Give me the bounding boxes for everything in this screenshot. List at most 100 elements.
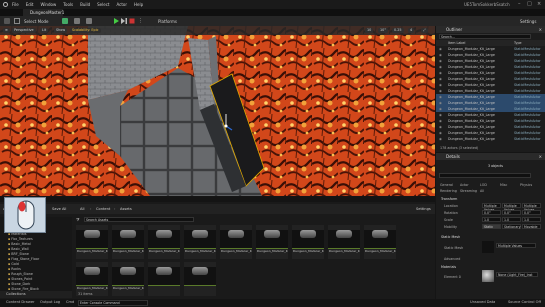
content-drawer-button[interactable]: Content Drawer (6, 300, 35, 304)
folder-label: BRF_Stone (11, 252, 29, 256)
stop-icon[interactable] (129, 18, 135, 24)
cb-settings-button[interactable]: Settings (416, 207, 431, 211)
path-assets[interactable]: Assets (120, 207, 132, 211)
save-all-button[interactable]: Save All (52, 207, 66, 211)
console-input[interactable]: Enter Console Command (78, 300, 148, 306)
source-control-button[interactable]: Source Control Off (508, 300, 541, 304)
filter-tab[interactable]: General (440, 183, 453, 187)
material-dropdown[interactable]: None (Light_Fire)_Inst (496, 272, 538, 277)
outliner-search-input[interactable]: Search... (439, 34, 531, 39)
lit-button[interactable]: Lit (40, 28, 49, 33)
close-tab-icon[interactable]: × (539, 26, 542, 33)
scale-y[interactable]: 1.0 (502, 217, 521, 222)
blueprint-icon[interactable] (74, 18, 80, 24)
play-icon[interactable] (113, 18, 119, 24)
camera-speed[interactable]: 4 (408, 28, 415, 33)
tab-level[interactable]: DungeonMaster1 (23, 9, 64, 16)
mobility-static[interactable]: Static (482, 224, 501, 229)
filter-tab[interactable]: Physics (520, 183, 532, 187)
asset-tile[interactable]: Dungeon_Modular_Kit_Wall_Trans_Block_Lo (184, 225, 216, 259)
mobility-stationary[interactable]: Stationary (502, 224, 521, 229)
settings-button[interactable]: Settings (520, 19, 536, 24)
output-log-button[interactable]: Output Log (40, 300, 60, 304)
filter-tab[interactable]: Actor (460, 183, 469, 187)
filter-tab[interactable]: Rendering (440, 189, 457, 193)
asset-tile[interactable]: Dungeon_Modular_Kit_Wall_Trans_Block_Lo (112, 262, 144, 296)
static-mesh-dropdown[interactable]: Multiple Values (496, 243, 536, 248)
rotation-x[interactable]: 0.0° (482, 210, 501, 215)
materials-section[interactable]: Materials (441, 265, 456, 269)
add-actor-icon[interactable] (62, 18, 68, 24)
scale-z[interactable]: 1.0 (522, 217, 541, 222)
asset-tile[interactable]: Dungeon_Modular_Kit_Wall_Trans_Block_Lo (76, 262, 108, 296)
filter-tab[interactable]: All (480, 189, 484, 193)
cmd-dropdown[interactable]: Cmd (66, 300, 74, 304)
close-icon[interactable]: × (537, 1, 541, 7)
item-count: 31 items (78, 292, 93, 296)
location-z[interactable]: Multiple Values (522, 203, 541, 212)
rotation-y[interactable]: 0.0° (502, 210, 521, 215)
select-mode-dropdown[interactable]: Select Mode (24, 19, 49, 24)
filter-tab[interactable]: Streaming (460, 189, 477, 193)
location-y[interactable]: Multiple Values (502, 203, 521, 212)
asset-tile[interactable]: Dungeon_Modular_Kit_Wall_Trans_Block_Lo (220, 225, 252, 259)
close-tab-icon[interactable]: × (539, 153, 542, 160)
platforms-dropdown[interactable]: Platforms (158, 19, 177, 24)
menu-build[interactable]: Build (80, 2, 90, 7)
asset-tile[interactable]: Dungeon_Modular_Kit_Wall_Trans_Block_Lo (256, 225, 288, 259)
select-mode-icon[interactable] (14, 18, 20, 24)
maximize-icon[interactable]: □ (527, 1, 532, 7)
rotation-z[interactable]: 0.0° (522, 210, 541, 215)
menu-file[interactable]: File (12, 2, 19, 7)
asset-search-input[interactable]: Search Assets (84, 217, 194, 222)
filter-tab[interactable]: LOD (480, 183, 487, 187)
menu-select[interactable]: Select (97, 2, 109, 7)
filter-tab[interactable]: Misc (500, 183, 507, 187)
menu-tools[interactable]: Tools (63, 2, 73, 7)
show-button[interactable]: Show (54, 28, 68, 33)
filter-icon[interactable]: ⧩ (76, 217, 80, 222)
asset-tile[interactable]: Dungeon_Modular_Kit_Wall_Trans_Block_Lo (364, 225, 396, 259)
unsaved-data-button[interactable]: Unsaved Data (470, 300, 495, 304)
visibility-eye-icon[interactable]: ◉ (439, 136, 442, 142)
scalability-warning[interactable]: Scalability: Epic (70, 28, 101, 33)
menu-help[interactable]: Help (134, 2, 143, 7)
more-options-icon[interactable]: ⋮ (138, 18, 143, 24)
menu-edit[interactable]: Edit (26, 2, 34, 7)
asset-tile[interactable]: Dungeon_Modular_Kit_Wall_Trans_Block_Lo (76, 225, 108, 259)
save-icon[interactable] (4, 18, 10, 24)
asset-tile[interactable]: Dungeon_Modular_Kit_Wall_Trans_Block_Lo (292, 225, 324, 259)
menu-window[interactable]: Window (40, 2, 56, 7)
snap-scale[interactable]: 0.25 (392, 28, 404, 33)
asset-tile[interactable]: Dungeon_Modular_Kit_Wall_Trans_Block_Lo (148, 225, 180, 259)
details-search-input[interactable] (439, 173, 531, 178)
step-icon[interactable] (121, 18, 127, 24)
path-separator-icon: › (90, 207, 92, 211)
row-label: Dungeon_Modular_Kit_Large (448, 137, 495, 141)
level-viewport[interactable] (0, 26, 435, 196)
outliner-row[interactable]: ◉ Dungeon_Modular_Kit_Large StaticMeshActo… (436, 136, 545, 142)
advanced-toggle[interactable]: Advanced (444, 257, 460, 261)
cinematics-icon[interactable] (86, 18, 92, 24)
transform-section[interactable]: Transform (441, 197, 457, 201)
asset-tile[interactable] (148, 262, 180, 296)
path-content[interactable]: Content (96, 207, 110, 211)
mobility-movable[interactable]: Movable (522, 224, 541, 229)
snap-rotate[interactable]: 10° (378, 28, 389, 33)
path-all[interactable]: All (80, 207, 84, 211)
snap-translate[interactable]: 10 (365, 28, 374, 33)
details-header: Details × (436, 153, 545, 160)
asset-tile[interactable]: Dungeon_Modular_Kit_Wall_Trans_Block_Lo (328, 225, 360, 259)
perspective-button[interactable]: Perspective (12, 28, 36, 33)
viewport-options-icon[interactable]: ≡ (3, 28, 10, 33)
row-label: Dungeon_Modular_Kit_Large (448, 107, 495, 111)
minimize-icon[interactable]: – (518, 1, 521, 7)
collections-header[interactable]: Collections (0, 291, 72, 298)
static-mesh-section[interactable]: Static Mesh (441, 235, 460, 239)
scale-x[interactable]: 1.0 (482, 217, 501, 222)
asset-tile[interactable] (184, 262, 216, 296)
menu-actor[interactable]: Actor (116, 2, 127, 7)
asset-tile[interactable]: Dungeon_Modular_Kit_Wall_Trans_Block_Lo (112, 225, 144, 259)
maximize-viewport-icon[interactable]: ⤢ (421, 28, 428, 33)
location-x[interactable]: Multiple Values (482, 203, 501, 212)
